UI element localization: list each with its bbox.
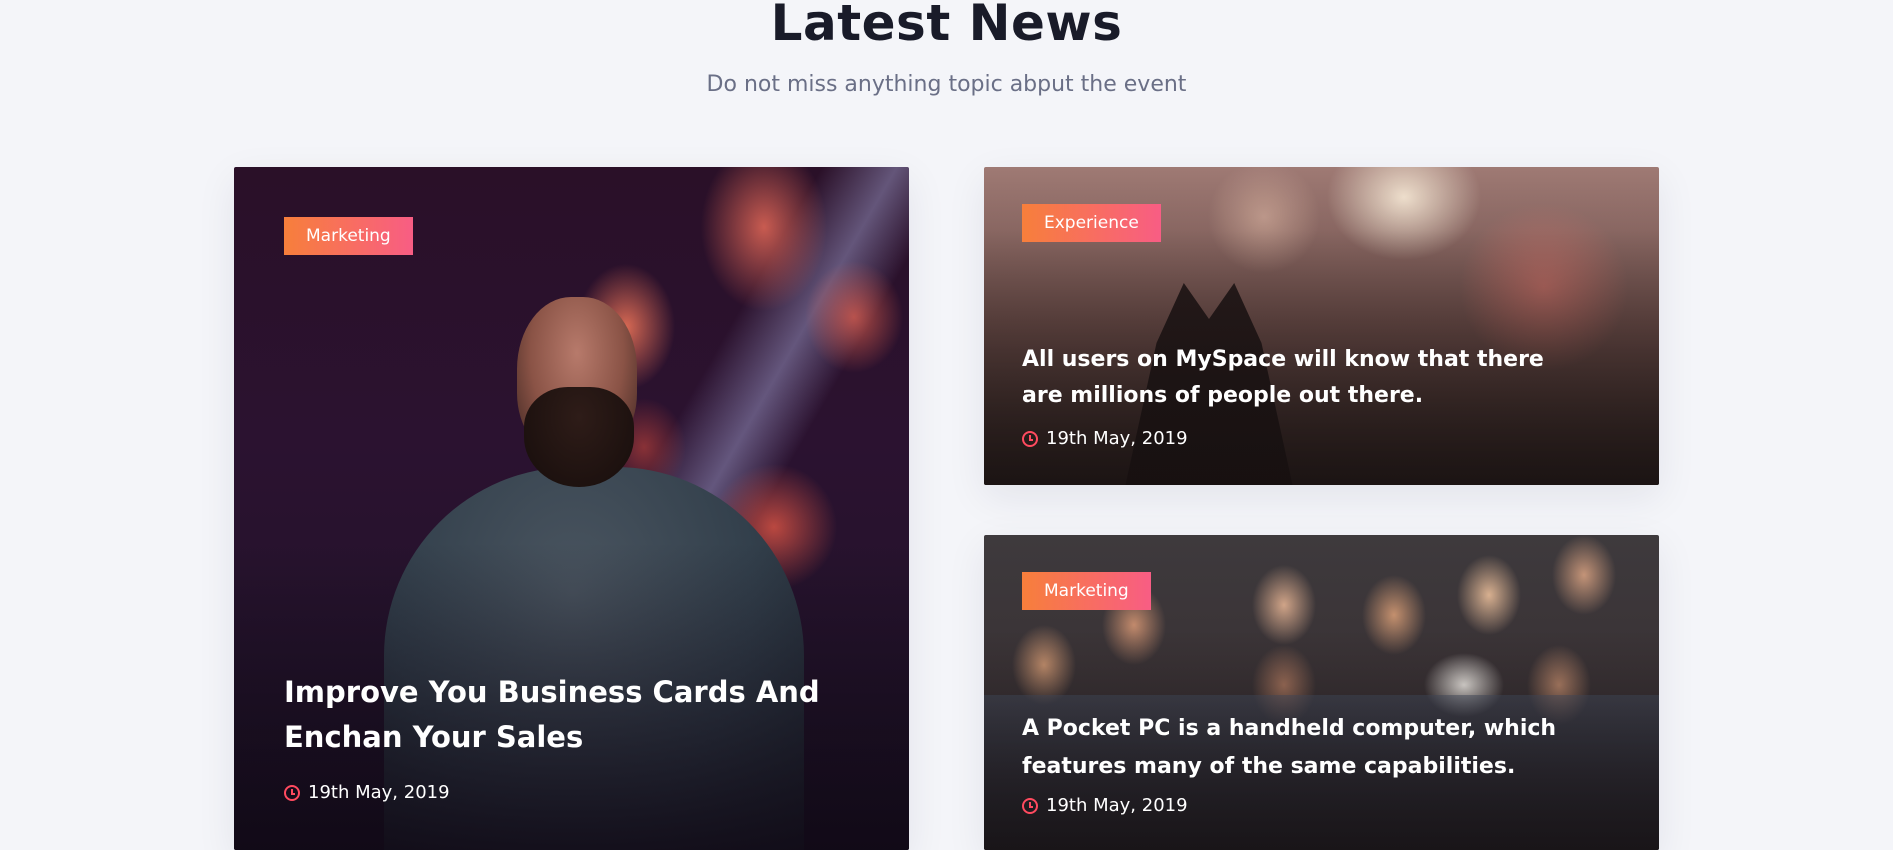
category-tag[interactable]: Marketing <box>284 217 413 255</box>
category-tag[interactable]: Marketing <box>1022 572 1151 610</box>
section-title: Latest News <box>770 0 1123 52</box>
news-card-title[interactable]: All users on MySpace will know that ther… <box>1022 342 1582 414</box>
date-text: 19th May, 2019 <box>1046 428 1188 449</box>
news-card[interactable]: Experience All users on MySpace will kno… <box>984 167 1659 485</box>
category-tag[interactable]: Experience <box>1022 204 1161 242</box>
news-card[interactable]: Marketing A Pocket PC is a handheld comp… <box>984 535 1659 850</box>
clock-icon <box>1022 797 1038 814</box>
clock-icon <box>1022 430 1038 447</box>
news-card-title[interactable]: A Pocket PC is a handheld computer, whic… <box>1022 710 1622 786</box>
news-card-featured[interactable]: Marketing Improve You Business Cards And… <box>234 167 909 850</box>
section-subtitle: Do not miss anything topic abput the eve… <box>706 72 1187 97</box>
date-text: 19th May, 2019 <box>308 782 450 803</box>
date-text: 19th May, 2019 <box>1046 795 1188 816</box>
news-card-date: 19th May, 2019 <box>284 782 450 803</box>
clock-icon <box>284 784 300 801</box>
news-card-date: 19th May, 2019 <box>1022 795 1188 816</box>
news-card-title[interactable]: Improve You Business Cards And Enchan Yo… <box>284 670 824 760</box>
news-card-date: 19th May, 2019 <box>1022 428 1188 449</box>
